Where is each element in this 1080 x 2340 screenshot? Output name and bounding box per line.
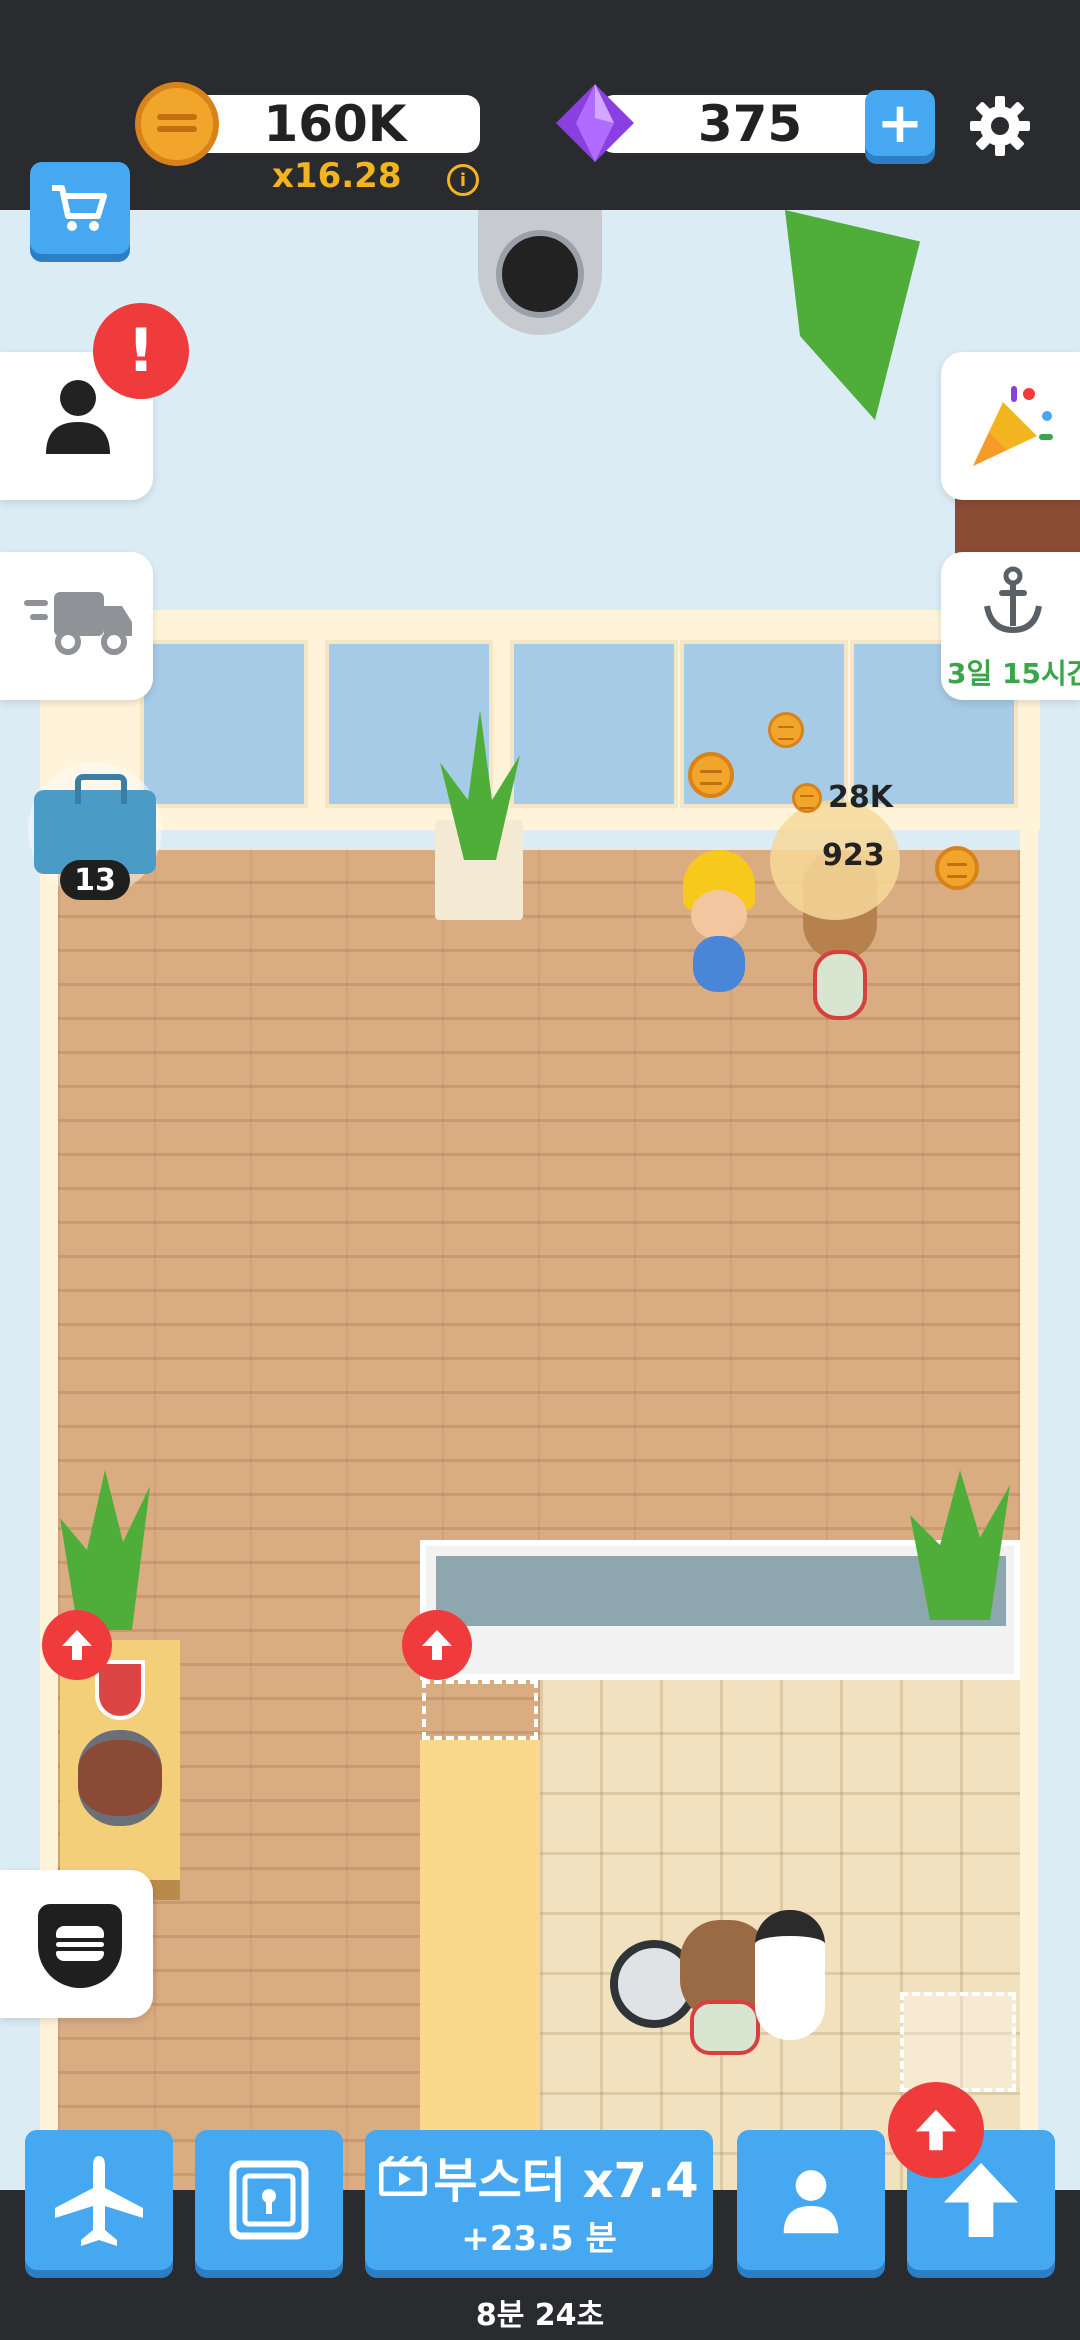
- floating-coin: [935, 846, 979, 890]
- floating-coin: [792, 783, 822, 813]
- burger-badge-icon: [38, 1904, 122, 1988]
- wine-barrel: [78, 1730, 162, 1826]
- toolbox-count: 13: [74, 862, 116, 898]
- delivery-truck-icon: [24, 592, 132, 655]
- user-icon: [783, 2170, 839, 2234]
- add-gems-button[interactable]: +: [865, 90, 935, 156]
- alert-symbol: !: [127, 316, 155, 386]
- add-symbol: +: [876, 90, 924, 156]
- right-wall: [1020, 830, 1038, 2215]
- anchor-icon: [984, 566, 1042, 634]
- up-arrow-icon: [422, 1630, 452, 1660]
- voyage-timer: 3일 15시간: [947, 657, 1080, 690]
- worker-character[interactable]: [683, 850, 755, 1000]
- coin-icon: [135, 82, 219, 166]
- gem-counter: 375: [600, 95, 900, 153]
- window-3: [510, 640, 678, 808]
- video-ad-icon: [379, 2155, 428, 2196]
- gem-amount: 375: [697, 95, 803, 153]
- airplane-icon: [55, 2156, 143, 2246]
- tree-leaves: [785, 210, 920, 420]
- safe-icon: [229, 2160, 309, 2240]
- event-side-button[interactable]: [941, 352, 1080, 500]
- floating-coin: [768, 712, 804, 748]
- voyage-side-button[interactable]: 3일 15시간: [941, 552, 1080, 700]
- floating-coin: [688, 752, 734, 798]
- info-icon[interactable]: i: [447, 164, 479, 196]
- coin-counter: 160K: [190, 95, 480, 153]
- vault-button[interactable]: [195, 2130, 343, 2270]
- toolbox-count-badge: 13: [60, 860, 130, 900]
- earning-popup-1: 28K: [828, 780, 893, 815]
- window-2: [325, 640, 493, 808]
- panda-character[interactable]: [755, 1910, 825, 2040]
- shop-button[interactable]: [30, 162, 130, 254]
- upgrade-arrow-wine[interactable]: [42, 1610, 112, 1680]
- upgrade-alert-badge: [888, 2082, 984, 2178]
- vent-hole: [496, 230, 584, 318]
- menu-side-button[interactable]: [0, 1870, 153, 2018]
- up-arrow-icon: [915, 2109, 957, 2151]
- empty-slot-marker[interactable]: [900, 1992, 1016, 2092]
- delivery-side-button[interactable]: [0, 552, 153, 700]
- gem-icon: [556, 84, 634, 162]
- window-1: [140, 640, 308, 808]
- upgrade-arrow-counter[interactable]: [402, 1610, 472, 1680]
- empty-slot-marker[interactable]: [422, 1680, 538, 1740]
- info-symbol: i: [459, 169, 467, 191]
- staff-button[interactable]: [737, 2130, 885, 2270]
- up-arrow-icon: [62, 1630, 92, 1660]
- alert-badge: !: [93, 303, 189, 399]
- booster-label: 부스터 x7.4: [433, 2152, 699, 2209]
- game-scene[interactable]: 28K 923: [0, 210, 1080, 2215]
- wine-glass-icon: [95, 1660, 145, 1720]
- cart-icon: [52, 185, 107, 231]
- user-icon: [46, 380, 110, 454]
- earning-popup-2: 923: [822, 838, 885, 873]
- booster-duration: +23.5 분: [461, 2218, 617, 2259]
- travel-button[interactable]: [25, 2130, 173, 2270]
- offline-timer: 8분 24초: [475, 2298, 605, 2333]
- party-popper-icon: [973, 386, 1053, 466]
- coin-amount: 160K: [263, 95, 407, 153]
- income-multiplier: x16.28: [272, 156, 402, 196]
- gear-icon[interactable]: [968, 94, 1032, 158]
- toolbox-handle: [75, 774, 127, 804]
- booster-button[interactable]: 부스터 x7.4 +23.5 분: [365, 2130, 713, 2270]
